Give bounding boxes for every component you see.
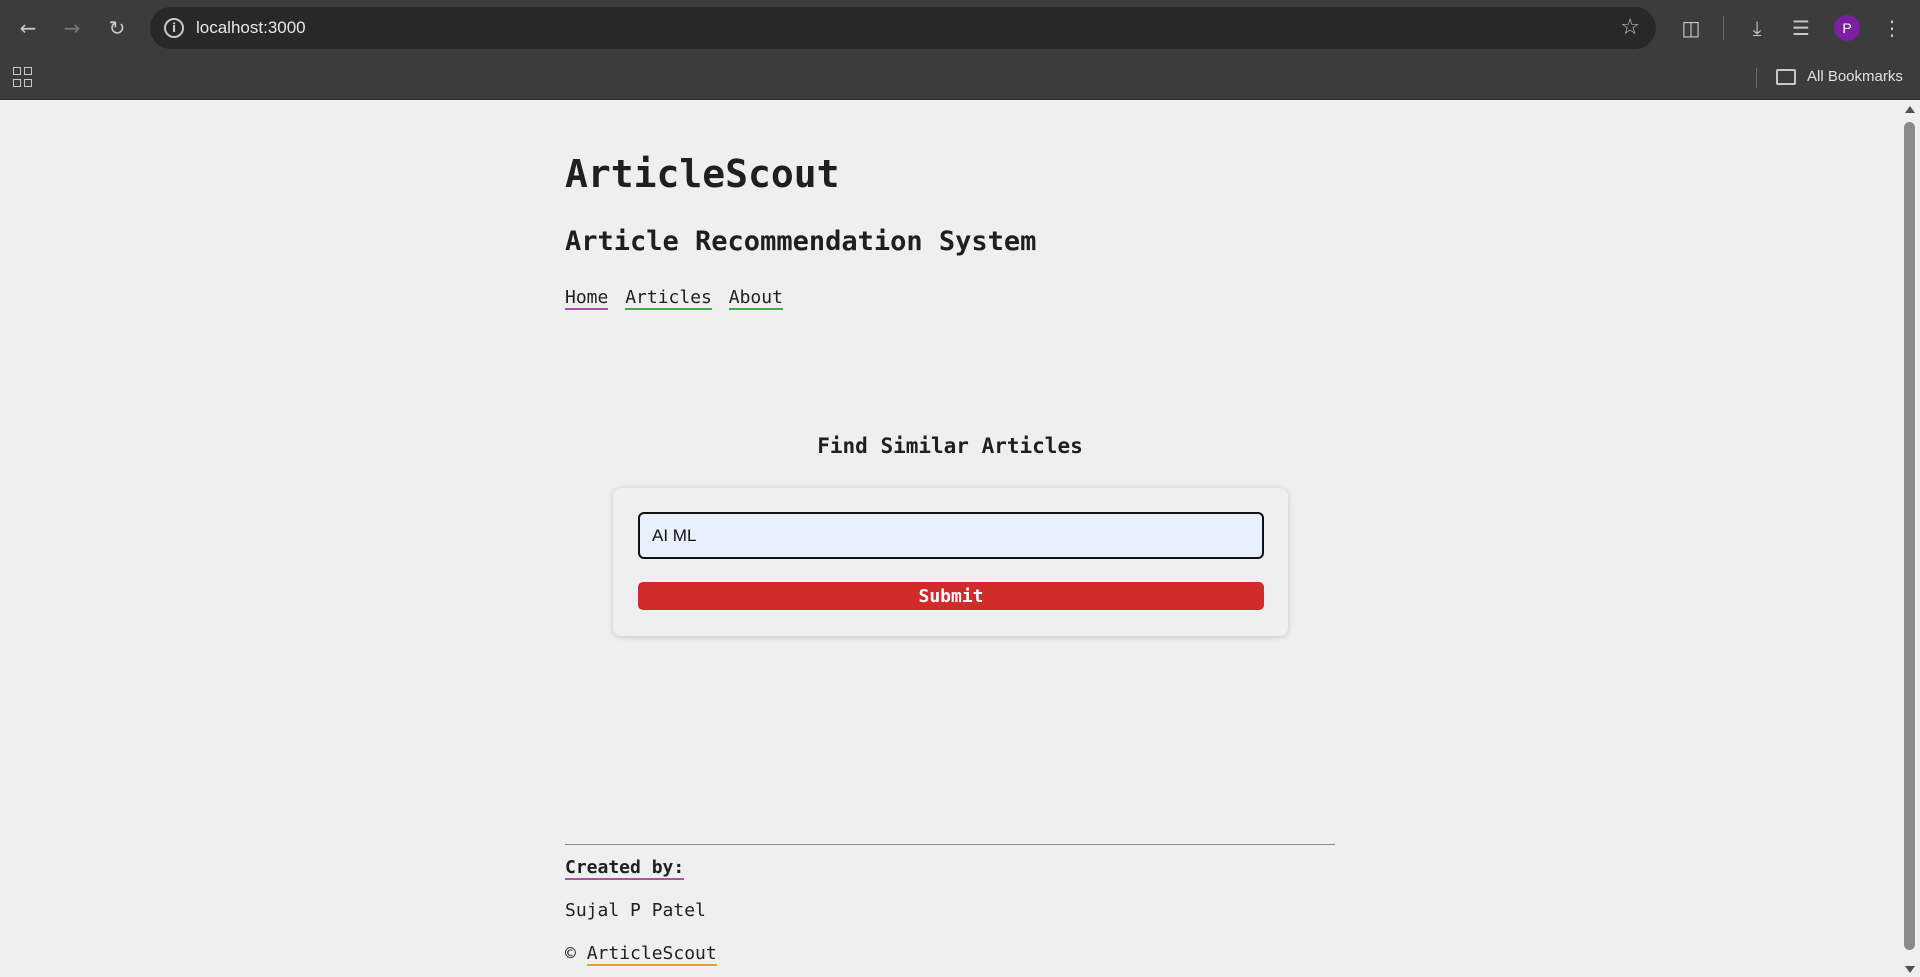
- submit-button[interactable]: Submit: [638, 582, 1264, 610]
- more-menu-icon[interactable]: ⋮: [1876, 12, 1908, 44]
- search-input[interactable]: [638, 512, 1264, 559]
- search-card: Submit: [613, 488, 1288, 636]
- all-bookmarks-label[interactable]: All Bookmarks: [1807, 68, 1903, 85]
- page-scrollbar[interactable]: [1900, 100, 1920, 977]
- toolbar-separator: [1723, 16, 1724, 40]
- bookmark-star-icon[interactable]: ☆: [1620, 15, 1640, 40]
- site-info-icon[interactable]: i: [164, 18, 184, 38]
- folder-icon[interactable]: [1776, 69, 1796, 85]
- bookmarks-bar: All Bookmarks: [0, 56, 1920, 100]
- copyright-symbol: ©: [565, 943, 576, 964]
- nav-link-articles[interactable]: Articles: [625, 287, 712, 310]
- address-bar[interactable]: i localhost:3000 ☆: [150, 7, 1656, 49]
- copyright: © ArticleScout: [565, 943, 717, 966]
- site-title: ArticleScout: [565, 152, 840, 196]
- footer-divider: [565, 844, 1335, 845]
- media-playlist-icon[interactable]: ☰: [1785, 12, 1817, 44]
- nav-link-home[interactable]: Home: [565, 287, 609, 310]
- address-bar-url[interactable]: localhost:3000: [196, 18, 306, 38]
- back-arrow-icon[interactable]: ←: [12, 12, 44, 44]
- extensions-icon[interactable]: ◫: [1675, 12, 1707, 44]
- created-by-label: Created by:: [565, 857, 685, 880]
- bookmarks-separator: [1756, 68, 1757, 88]
- copyright-link[interactable]: ArticleScout: [586, 943, 717, 966]
- main-nav: Home Articles About: [565, 287, 789, 310]
- page-content: ArticleScout Article Recommendation Syst…: [0, 100, 1900, 977]
- profile-avatar[interactable]: P: [1834, 15, 1860, 41]
- scrollbar-thumb[interactable]: [1904, 122, 1915, 950]
- download-icon[interactable]: ⤓: [1741, 12, 1773, 44]
- reload-icon[interactable]: ↻: [101, 12, 133, 44]
- site-subtitle: Article Recommendation System: [565, 226, 1037, 257]
- apps-grid-icon[interactable]: [13, 67, 33, 87]
- forward-arrow-icon[interactable]: →: [56, 12, 88, 44]
- scroll-up-arrow-icon[interactable]: [1905, 106, 1915, 113]
- scroll-down-arrow-icon[interactable]: [1905, 966, 1915, 973]
- author-name: Sujal P Patel: [565, 900, 706, 921]
- nav-link-about[interactable]: About: [728, 287, 783, 310]
- browser-toolbar: ← → ↻ i localhost:3000 ☆ ◫ ⤓ ☰ P ⋮: [0, 0, 1920, 56]
- find-similar-heading: Find Similar Articles: [817, 434, 1083, 458]
